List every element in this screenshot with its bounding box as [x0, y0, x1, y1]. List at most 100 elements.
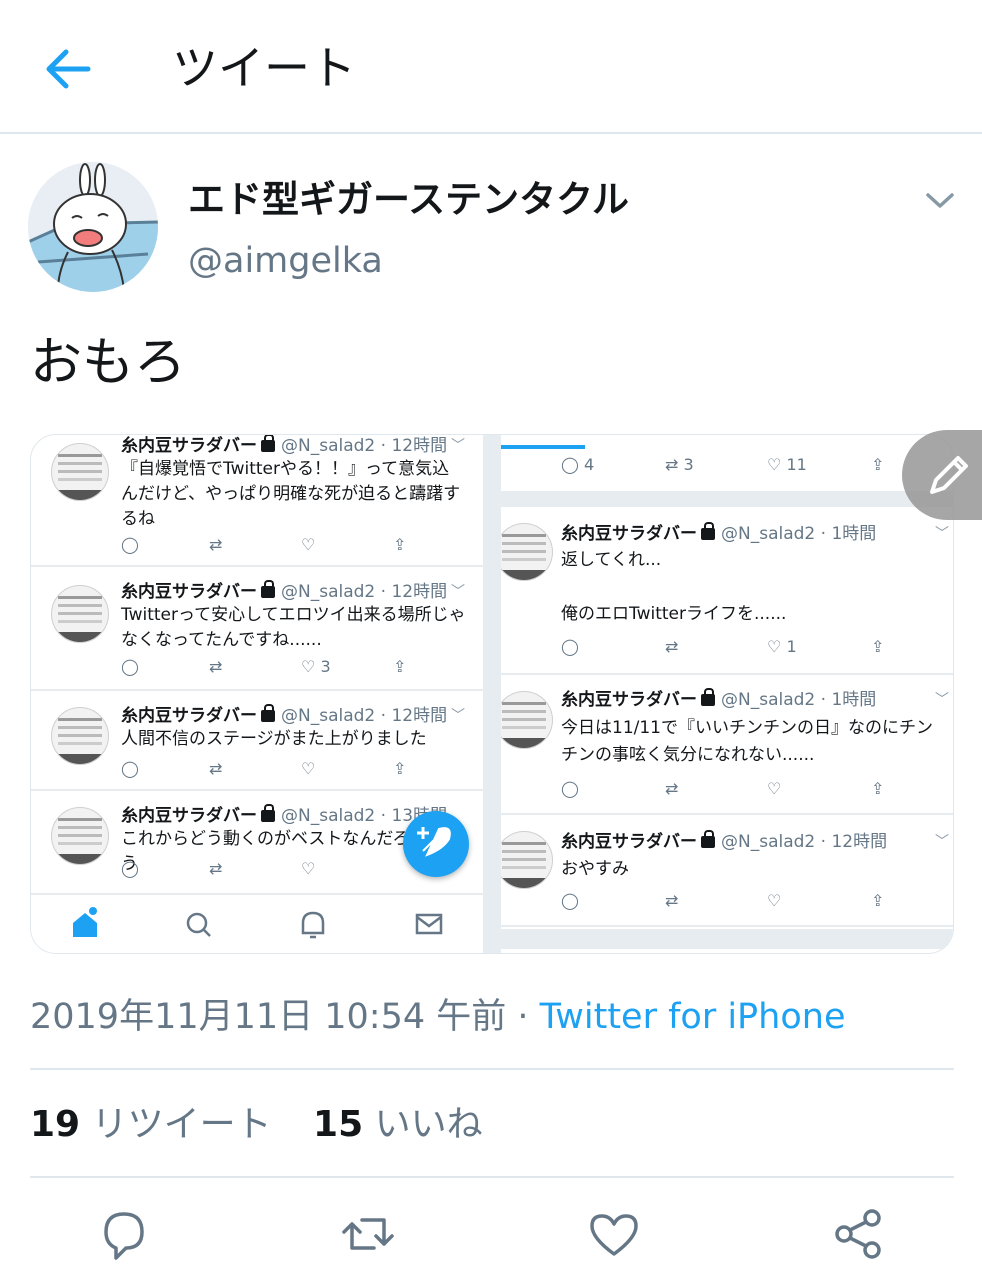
reply-icon: ◯ [561, 779, 579, 798]
mini-actions: ◯ ⇄ ♡ ⇪ [561, 891, 941, 917]
divider [30, 1068, 954, 1070]
mini-actions: ◯ ⇄ ♡ ⇪ [561, 779, 941, 805]
reply-icon: ◯ 4 [561, 455, 595, 474]
reply-icon: ◯ [121, 859, 139, 878]
reply-icon: ◯ [561, 891, 579, 910]
mini-tweet-text: おやすみ [561, 859, 629, 879]
mini-display-name: 糸内豆サラダバー [121, 706, 257, 726]
mini-tweet-header: 糸内豆サラダバー @N_salad2 · 13時間 [121, 804, 447, 827]
retweet-icon: ⇄ [209, 859, 223, 878]
share-icon: ⇪ [871, 455, 885, 474]
mini-tweet-text: Twitterって安心してエロツイ出来る場所じゃなくなってたんですね...... [121, 605, 466, 650]
lock-icon [261, 804, 275, 822]
section-gap [501, 929, 953, 949]
like-count: 11 [786, 455, 807, 474]
like-icon: ♡ 11 [767, 455, 807, 474]
retweets-label: リツイート [91, 1104, 272, 1145]
mini-tab-bar [31, 893, 483, 953]
like-icon: ♡ [301, 535, 316, 554]
share-icon: ⇪ [871, 891, 885, 910]
retweet-count: 3 [683, 455, 694, 474]
avatar [501, 831, 553, 889]
list-item: 糸内豆サラダバー @N_salad2 · 1時間 ﹀ 返してくれ... 俺のエロT… [501, 507, 953, 675]
mini-tweet-header: 糸内豆サラダバー @N_salad2 · 12時間 [561, 830, 887, 853]
chevron-down-icon: ﹀ [935, 692, 949, 708]
avatar [51, 443, 109, 501]
retweet-button[interactable] [338, 1204, 398, 1264]
mini-tweet-text: 『自爆覚悟でTwitterやる！！』って意気込んだけど、やっぱり明確な死が迫ると… [121, 459, 461, 529]
reply-icon: ◯ [121, 657, 139, 676]
lock-icon [261, 580, 275, 598]
share-icon: ⇪ [393, 535, 407, 554]
lock-icon [701, 830, 715, 848]
meta-separator: · [506, 997, 540, 1037]
bell-icon [301, 911, 325, 939]
list-item: 糸内豆サラダバー @N_salad2 · 1時間 ﹀ 今日は11/11で『いいチン… [501, 675, 953, 815]
user-handle[interactable]: @aimgelka [188, 236, 383, 286]
display-name[interactable]: エド型ギガーステンタクル [188, 172, 629, 228]
mini-display-name: 糸内豆サラダバー [121, 582, 257, 602]
tweet-stats: 19 リツイート 15 いいね [30, 1098, 483, 1152]
mini-handle-time: @N_salad2 · 12時間 [281, 582, 448, 602]
mini-actions: ◯ ⇄ ♡ 1 ⇪ [561, 637, 941, 663]
lock-icon [261, 435, 275, 452]
likes-count: 15 [313, 1104, 364, 1145]
mini-actions: ◯ ⇄ ♡ ⇪ [121, 535, 421, 561]
likes-stat[interactable]: 15 いいね [313, 1104, 483, 1145]
like-button[interactable] [584, 1204, 644, 1264]
list-item: 糸内豆サラダバー @N_salad2 · 12時間 ﹀ 『自爆覚悟でTwitter… [31, 435, 483, 567]
home-icon [73, 907, 97, 937]
avatar [501, 523, 553, 581]
reply-icon: ◯ [561, 637, 579, 656]
mini-actions: ◯ 4 ⇄ 3 ♡ 11 ⇪ [561, 455, 941, 481]
lock-icon [701, 522, 715, 540]
mini-handle-time: @N_salad2 · 1時間 [721, 524, 877, 544]
mini-display-name: 糸内豆サラダバー [561, 832, 697, 852]
share-icon: ⇪ [871, 637, 885, 656]
avatar [501, 691, 553, 749]
section-gap [501, 491, 953, 507]
reply-count: 4 [584, 455, 595, 474]
share-icon: ⇪ [393, 759, 407, 778]
share-icon [835, 1209, 881, 1259]
tweet-media[interactable]: 糸内豆サラダバー @N_salad2 · 12時間 ﹀ 『自爆覚悟でTwitter… [30, 434, 954, 954]
avatar[interactable] [28, 162, 158, 292]
retweet-icon: ⇄ [209, 657, 223, 676]
avatar [51, 807, 109, 865]
compose-icon [403, 811, 469, 877]
back-arrow-icon[interactable] [40, 44, 96, 94]
mini-actions: ◯ ⇄ ♡ ⇪ [121, 759, 421, 785]
share-button[interactable] [828, 1204, 888, 1264]
chevron-down-icon[interactable] [922, 186, 958, 214]
edit-icon[interactable] [902, 430, 982, 520]
mini-tweet-header: 糸内豆サラダバー @N_salad2 · 1時間 [561, 522, 877, 545]
page-title: ツイート [172, 41, 356, 95]
list-item: 糸内豆サラダバー @N_salad2 · 12時間 ﹀ 人間不信のステージがまた上… [31, 691, 483, 791]
like-icon: ♡ 1 [767, 637, 797, 656]
chevron-down-icon: ﹀ [451, 584, 465, 600]
chevron-down-icon: ﹀ [451, 438, 465, 454]
mini-handle-time: @N_salad2 · 12時間 [281, 706, 448, 726]
mini-tweet-header: 糸内豆サラダバー @N_salad2 · 12時間 [121, 704, 448, 727]
share-icon: ⇪ [871, 779, 885, 798]
progress-indicator [501, 445, 585, 449]
mini-actions: ◯ ⇄ ♡ 3 ⇪ [121, 657, 421, 683]
retweet-icon: ⇄ [665, 637, 679, 656]
media-image-left[interactable]: 糸内豆サラダバー @N_salad2 · 12時間 ﹀ 『自爆覚悟でTwitter… [31, 435, 483, 953]
mini-display-name: 糸内豆サラダバー [561, 690, 697, 710]
mail-icon [415, 913, 443, 935]
chevron-down-icon: ﹀ [451, 708, 465, 724]
retweet-icon: ⇄ [209, 535, 223, 554]
like-icon: ♡ [301, 759, 316, 778]
reply-button[interactable] [94, 1204, 154, 1264]
retweets-stat[interactable]: 19 リツイート [30, 1104, 272, 1145]
media-image-right[interactable]: ◯ 4 ⇄ 3 ♡ 11 ⇪ 糸内豆サラダバー @N_salad2 · 1時間 ﹀… [501, 435, 953, 953]
search-icon [186, 912, 211, 937]
list-item: 糸内豆サラダバー @N_salad2 · 12時間 ﹀ Twitterって安心して… [31, 567, 483, 691]
like-count: 3 [320, 657, 331, 676]
tweet-text: おもろ [30, 333, 187, 393]
like-icon: ♡ 3 [301, 657, 331, 676]
mini-tweet-text: 今日は11/11で『いいチンチンの日』なのにチンチンの事呟く気分になれない...… [561, 718, 933, 765]
retweet-icon: ⇄ [665, 779, 679, 798]
tweet-source-link[interactable]: Twitter for iPhone [540, 997, 846, 1037]
